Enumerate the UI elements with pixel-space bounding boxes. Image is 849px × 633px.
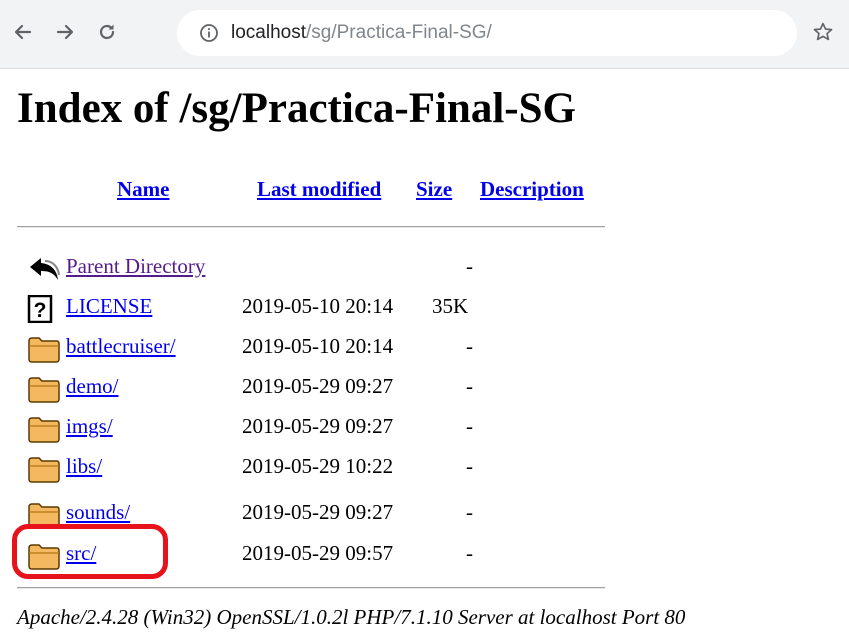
footer-divider [17, 587, 605, 589]
forward-arrow-icon [56, 24, 74, 40]
column-header-name[interactable]: Name [117, 176, 169, 202]
table-row: demo/ 2019-05-29 09:27 - [0, 367, 849, 407]
back-button[interactable] [6, 12, 40, 52]
url-host: localhost [231, 22, 306, 43]
table-row: src/ 2019-05-29 09:57 - [0, 534, 849, 574]
server-signature: Apache/2.4.28 (Win32) OpenSSL/1.0.2l PHP… [17, 605, 686, 629]
table-row: imgs/ 2019-05-29 09:27 - [0, 407, 849, 447]
modified-date: 2019-05-29 10:22 [242, 454, 394, 478]
table-row: sounds/ 2019-05-29 09:27 - [0, 493, 849, 533]
file-size: - [466, 254, 473, 278]
table-row: ? LICENSE 2019-05-10 20:14 35K [0, 287, 849, 327]
modified-date: 2019-05-29 09:27 [242, 414, 394, 438]
bookmark-star-button[interactable] [803, 12, 843, 52]
folder-icon [28, 417, 60, 443]
svg-text:?: ? [34, 299, 47, 322]
info-icon[interactable] [199, 23, 219, 43]
url-text[interactable]: localhost/sg/Practica-Final-SG/ [231, 22, 492, 44]
folder-icon [28, 457, 60, 483]
file-size: - [466, 374, 473, 398]
modified-date: 2019-05-29 09:27 [242, 500, 394, 524]
file-size: - [466, 541, 473, 565]
address-bar[interactable]: localhost/sg/Practica-Final-SG/ [177, 10, 797, 56]
folder-link-demo[interactable]: demo/ [66, 373, 119, 399]
back-arrow-icon [30, 258, 60, 280]
folder-icon [28, 503, 60, 529]
column-header-size[interactable]: Size [416, 176, 452, 202]
folder-link-battlecruiser[interactable]: battlecruiser/ [66, 333, 176, 359]
reload-icon [99, 24, 115, 40]
file-size: - [466, 334, 473, 358]
modified-date: 2019-05-10 20:14 [242, 334, 394, 358]
file-link-license[interactable]: LICENSE [66, 293, 152, 319]
folder-link-sounds[interactable]: sounds/ [66, 499, 130, 525]
folder-link-libs[interactable]: libs/ [66, 453, 102, 479]
reload-button[interactable] [90, 12, 124, 52]
modified-date: 2019-05-29 09:57 [242, 541, 394, 565]
folder-link-src[interactable]: src/ [66, 540, 96, 566]
header-divider [17, 226, 605, 228]
file-size: - [466, 500, 473, 524]
url-path: /sg/Practica-Final-SG/ [306, 22, 492, 43]
folder-icon [28, 337, 60, 363]
file-size: 35K [432, 294, 469, 318]
table-row: Parent Directory - [0, 247, 849, 287]
file-size: - [466, 414, 473, 438]
unknown-file-icon: ? [27, 295, 53, 323]
folder-link-imgs[interactable]: imgs/ [66, 413, 113, 439]
page-title: Index of /sg/Practica-Final-SG [17, 85, 576, 132]
column-header-last-modified[interactable]: Last modified [257, 176, 381, 202]
browser-toolbar: localhost/sg/Practica-Final-SG/ [0, 0, 849, 69]
parent-directory-link[interactable]: Parent Directory [66, 253, 205, 279]
star-icon [813, 22, 833, 41]
back-arrow-icon [14, 24, 32, 40]
table-row: battlecruiser/ 2019-05-10 20:14 - [0, 327, 849, 367]
forward-button[interactable] [48, 12, 82, 52]
modified-date: 2019-05-10 20:14 [242, 294, 394, 318]
folder-icon [28, 544, 60, 570]
modified-date: 2019-05-29 09:27 [242, 374, 394, 398]
file-size: - [466, 454, 473, 478]
table-row: libs/ 2019-05-29 10:22 - [0, 447, 849, 487]
folder-icon [28, 377, 60, 403]
column-header-description[interactable]: Description [480, 176, 584, 202]
